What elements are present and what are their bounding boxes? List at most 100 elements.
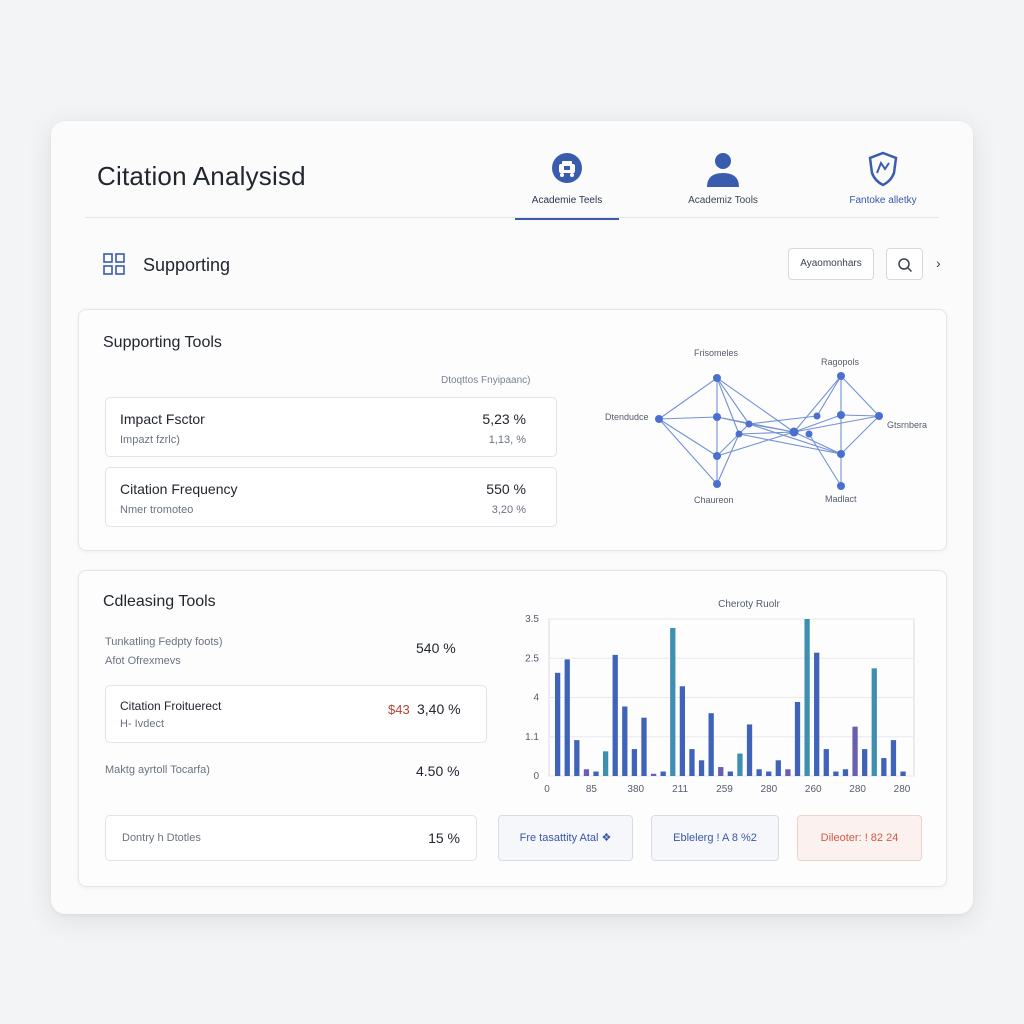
node-label: Ragopols xyxy=(821,357,860,367)
grid-icon[interactable] xyxy=(103,253,125,275)
supporting-tools-panel: Supporting Tools Dtoqttos Fnyipaanc) Imp… xyxy=(78,309,947,551)
bar xyxy=(660,771,666,776)
row-value: 4.50 % xyxy=(416,763,460,779)
metric-value-secondary: 1,13, % xyxy=(488,434,526,446)
bar xyxy=(631,749,638,776)
node-label: Gtsrnbera xyxy=(887,420,927,430)
row-label: Maktg ayrtoll Tocarfa) xyxy=(105,764,210,776)
bar xyxy=(756,769,762,776)
metric-prefix: $43 xyxy=(388,702,410,717)
metric-card-impact-factor[interactable]: Impact Fsctor Impazt fzrlc) 5,23 % 1,13,… xyxy=(105,397,557,457)
chevron-right-icon[interactable]: › xyxy=(936,255,941,271)
shield-icon xyxy=(868,151,898,187)
app-window: Citation Analysisd Academie Teels Academ… xyxy=(51,121,973,914)
bar xyxy=(766,771,772,776)
panel-title: Cdleasing Tools xyxy=(103,593,216,610)
bar xyxy=(842,769,849,776)
metric-card-citation[interactable]: Citation Froituerect H- Ivdect $43 3,40 … xyxy=(105,685,487,743)
search-icon xyxy=(898,258,913,273)
metric-value-secondary: 3,20 % xyxy=(491,504,526,516)
metric-value: 3,40 % xyxy=(417,701,461,717)
bar xyxy=(900,771,906,776)
bar xyxy=(622,706,628,776)
bar xyxy=(602,751,609,776)
metric-value: 550 % xyxy=(486,481,526,497)
metric-name: Citation Frequency xyxy=(120,481,238,497)
citation-network-graph: Frisomeles Ragopols Dtendudce Gtsrnbera … xyxy=(605,348,927,505)
bar xyxy=(890,740,897,776)
y-tick-label: 4 xyxy=(533,693,539,704)
filter-button-secondary[interactable]: Eblelerg ! A 8 %2 xyxy=(651,815,779,861)
bar xyxy=(814,652,820,776)
metric-name: Citation Froituerect xyxy=(120,699,222,713)
bar xyxy=(775,760,781,776)
search-button[interactable] xyxy=(886,248,923,280)
column-label: Dtoqttos Fnyipaanc) xyxy=(441,375,531,386)
node-label: Frisomeles xyxy=(694,348,739,358)
bar xyxy=(871,668,877,776)
bar xyxy=(650,773,657,776)
bar-chart: 3.5 2.5 4 1.1 0 Cheroty Ruolr 0 85 380 211 259 280 2… xyxy=(525,599,915,795)
row-label: Tunkatling Fedpty foots) xyxy=(105,636,223,648)
bar xyxy=(574,740,580,776)
metric-card-citation-frequency[interactable]: Citation Frequency Nmer tromoteo 550 % 3… xyxy=(105,467,557,527)
section-title: Supporting xyxy=(143,255,231,275)
bar xyxy=(679,686,686,776)
summary-label: Dontry h Dtotles xyxy=(122,832,201,844)
bar xyxy=(641,717,647,776)
node-label: Madlact xyxy=(825,494,857,504)
header-divider xyxy=(85,217,939,218)
bar xyxy=(862,749,868,776)
bar xyxy=(708,713,714,776)
tab-academie-teels[interactable]: Academie Teels xyxy=(507,149,627,220)
cleansing-tools-panel: Cdleasing Tools Tunkatling Fedpty foots)… xyxy=(78,570,947,887)
bar xyxy=(737,753,743,776)
x-tick-label: 260 xyxy=(805,784,822,795)
bar xyxy=(823,749,829,776)
bar xyxy=(670,627,676,776)
metric-sub: Impazt fzrlc) xyxy=(120,434,180,446)
metric-name: Impact Fsctor xyxy=(120,411,205,427)
tab-fantoke-alletky[interactable]: Fantoke alletky xyxy=(823,149,943,219)
metric-sub: H- Ivdect xyxy=(120,718,165,730)
bar xyxy=(833,771,839,776)
x-tick-label: 280 xyxy=(894,784,911,795)
bar xyxy=(555,672,561,776)
row-sublabel: Afot Ofrexmevs xyxy=(105,655,181,667)
tab-label: Academie Teels xyxy=(531,195,603,206)
user-icon xyxy=(707,153,739,187)
y-tick-label: 0 xyxy=(533,771,539,782)
delete-button[interactable]: Dileoter: ! 82 24 xyxy=(797,815,922,861)
bar xyxy=(612,654,618,776)
summary-card[interactable]: Dontry h Dtotles 15 % xyxy=(105,815,477,861)
panel-title: Supporting Tools xyxy=(103,334,222,351)
x-tick-label: 259 xyxy=(716,784,733,795)
tab-academiz-tools[interactable]: Academiz Tools xyxy=(663,149,783,219)
bar xyxy=(794,701,801,776)
tab-label: Fantoke alletky xyxy=(849,195,917,206)
chart-title: Cheroty Ruolr xyxy=(718,599,780,610)
bar xyxy=(804,619,810,776)
y-tick-label: 3.5 xyxy=(525,614,539,625)
node-label: Dtendudce xyxy=(605,412,649,422)
bar xyxy=(689,749,695,776)
x-tick-label: 0 xyxy=(544,784,550,795)
y-tick-label: 2.5 xyxy=(525,653,539,664)
frequency-button[interactable]: Fre tasattity Atal ❖ xyxy=(498,815,633,861)
bar xyxy=(852,726,858,776)
bar xyxy=(746,724,753,776)
bar xyxy=(727,771,733,776)
bar xyxy=(593,771,599,776)
metric-value: 5,23 % xyxy=(482,411,526,427)
x-tick-label: 380 xyxy=(627,784,644,795)
x-tick-label: 211 xyxy=(672,784,688,795)
tab-label: Academiz Tools xyxy=(688,195,758,206)
y-tick-label: 1.1 xyxy=(525,732,539,743)
tools-icon xyxy=(552,153,582,183)
x-tick-label: 280 xyxy=(761,784,778,795)
bar xyxy=(564,659,570,776)
bar xyxy=(785,769,791,776)
bar xyxy=(583,769,590,776)
page-title: Citation Analysisd xyxy=(97,161,306,191)
filter-button[interactable]: Ayaomonhars xyxy=(788,248,874,280)
